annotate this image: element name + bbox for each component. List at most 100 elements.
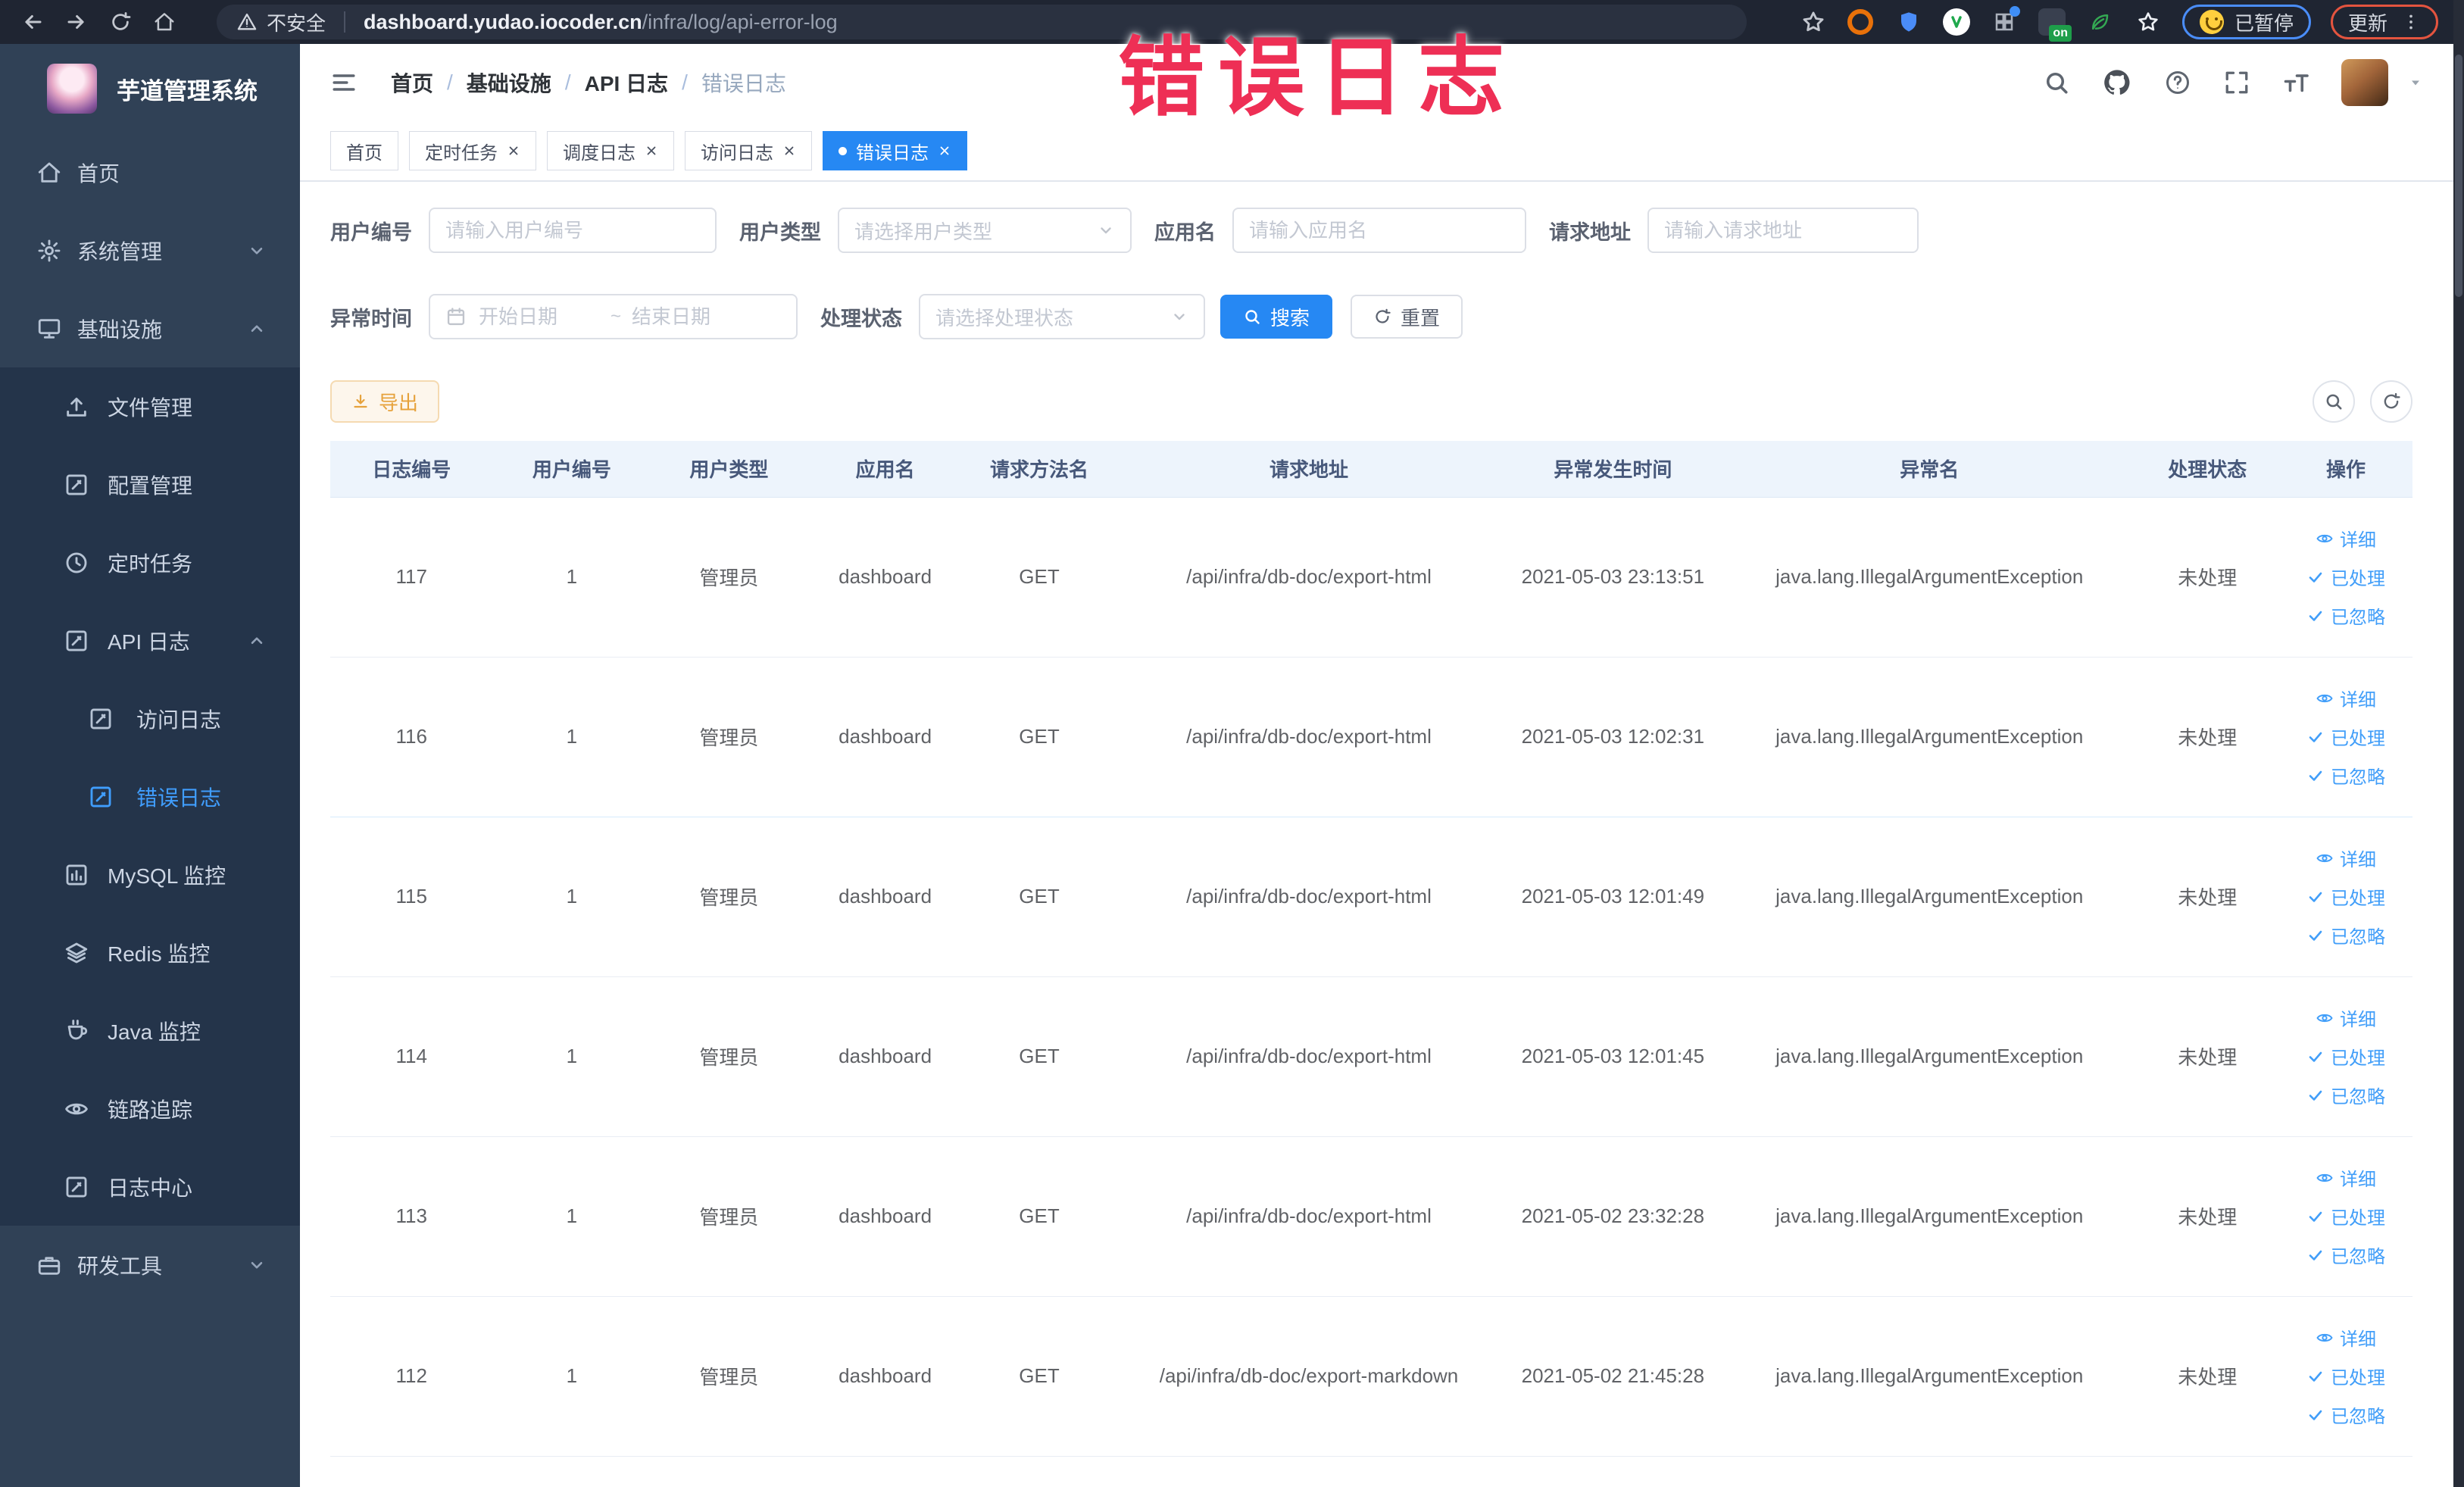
- help-icon[interactable]: [2164, 69, 2191, 96]
- tab-label: 定时任务: [425, 142, 498, 164]
- sidebar-item-api-log[interactable]: API 日志: [0, 601, 300, 679]
- browser-update-button[interactable]: 更新: [2330, 5, 2438, 39]
- action-processed-link[interactable]: 已处理: [2306, 1363, 2385, 1389]
- start-date-field[interactable]: [479, 305, 600, 329]
- screenshot-annotation: 错误日志: [1118, 30, 1519, 127]
- action-ignored-link[interactable]: 已忽略: [2306, 1401, 2385, 1428]
- exception-time-range-picker[interactable]: ~: [429, 294, 798, 339]
- browser-home-button[interactable]: [148, 6, 180, 38]
- action-ignored-link[interactable]: 已忽略: [2306, 1082, 2385, 1108]
- sidebar-item-error-log[interactable]: 错误日志: [0, 758, 300, 836]
- extension-icon[interactable]: on: [2038, 8, 2072, 42]
- action-detail-link[interactable]: 详细: [2316, 685, 2376, 711]
- sidebar-item-dev-tools[interactable]: 研发工具: [0, 1226, 300, 1304]
- eye-icon: [2316, 1329, 2334, 1347]
- user-type-select[interactable]: 请选择用户类型: [838, 208, 1132, 253]
- request-url-input[interactable]: [1647, 208, 1919, 253]
- sidebar-item-home[interactable]: 首页: [0, 133, 300, 211]
- kebab-menu-icon[interactable]: [2401, 12, 2421, 32]
- sidebar-item-trace[interactable]: 链路追踪: [0, 1070, 300, 1148]
- action-processed-link[interactable]: 已处理: [2306, 1043, 2385, 1070]
- sidebar-item-java[interactable]: Java 监控: [0, 992, 300, 1070]
- breadcrumb-item[interactable]: 基础设施: [467, 67, 551, 98]
- user-id-field[interactable]: [445, 218, 700, 242]
- export-button[interactable]: 导出: [330, 380, 440, 423]
- extension-icon[interactable]: [2134, 8, 2163, 36]
- user-id-input[interactable]: [429, 208, 717, 253]
- caret-down-icon[interactable]: [2406, 73, 2425, 92]
- action-detail-link[interactable]: 详细: [2316, 1164, 2376, 1191]
- action-detail-link[interactable]: 详细: [2316, 525, 2376, 551]
- action-processed-link[interactable]: 已处理: [2306, 564, 2385, 590]
- cell-app-name: dashboard: [807, 497, 963, 658]
- action-detail-link[interactable]: 详细: [2316, 845, 2376, 871]
- end-date-field[interactable]: [632, 305, 754, 329]
- sidebar-item-redis[interactable]: Redis 监控: [0, 914, 300, 992]
- action-ignored-link[interactable]: 已忽略: [2306, 602, 2385, 629]
- app-name-input[interactable]: [1232, 208, 1526, 253]
- tab-定时任务[interactable]: 定时任务: [409, 131, 536, 170]
- close-icon[interactable]: [938, 144, 951, 158]
- sidebar-item-job[interactable]: 定时任务: [0, 523, 300, 601]
- cell-user-type: 管理员: [651, 1296, 807, 1457]
- sidebar-item-mysql[interactable]: MySQL 监控: [0, 836, 300, 914]
- search-button[interactable]: 搜索: [1220, 295, 1333, 339]
- refresh-table-button[interactable]: [2370, 380, 2412, 423]
- sidebar-item-system[interactable]: 系统管理: [0, 211, 300, 289]
- tab-首页[interactable]: 首页: [330, 131, 398, 170]
- tab-访问日志[interactable]: 访问日志: [685, 131, 812, 170]
- search-icon[interactable]: [2043, 69, 2070, 96]
- sidebar-item-infra[interactable]: 基础设施: [0, 289, 300, 367]
- app-logo[interactable]: 芋道管理系统: [0, 44, 300, 133]
- action-ignored-link[interactable]: 已忽略: [2306, 922, 2385, 948]
- action-detail-link[interactable]: 详细: [2316, 1004, 2376, 1031]
- request-url-field[interactable]: [1664, 218, 1902, 242]
- sidebar-item-label: 错误日志: [136, 786, 222, 810]
- sidebar-item-file[interactable]: 文件管理: [0, 367, 300, 445]
- close-icon[interactable]: [507, 144, 520, 158]
- process-status-select[interactable]: 请选择处理状态: [919, 294, 1205, 339]
- bookmark-star-icon[interactable]: [1800, 9, 1826, 35]
- extension-icon[interactable]: [1894, 8, 1923, 36]
- close-icon[interactable]: [782, 144, 796, 158]
- reset-button[interactable]: 重置: [1351, 295, 1463, 339]
- extension-icon[interactable]: [1942, 8, 1970, 36]
- fullscreen-icon[interactable]: [2223, 69, 2250, 96]
- export-button-label: 导出: [379, 391, 419, 414]
- scrollbar-thumb[interactable]: [2455, 55, 2462, 297]
- sidebar-item-access-log[interactable]: 访问日志: [0, 679, 300, 758]
- browser-forward-button[interactable]: [61, 6, 92, 38]
- app-name-field[interactable]: [1249, 218, 1510, 242]
- extension-icon[interactable]: [1990, 6, 2020, 36]
- sidebar-item-label: 首页: [77, 161, 120, 186]
- action-processed-link[interactable]: 已处理: [2306, 883, 2385, 910]
- breadcrumb-item[interactable]: 首页: [391, 67, 433, 98]
- tab-调度日志[interactable]: 调度日志: [547, 131, 674, 170]
- toggle-search-button[interactable]: [2313, 380, 2355, 423]
- sidebar-item-log-center[interactable]: 日志中心: [0, 1148, 300, 1226]
- action-label: 详细: [2340, 1329, 2377, 1350]
- hamburger-icon[interactable]: [330, 69, 358, 96]
- github-icon[interactable]: [2102, 67, 2132, 98]
- scrollbar-track[interactable]: [2453, 0, 2464, 1487]
- browser-back-button[interactable]: [17, 6, 48, 38]
- action-detail-link[interactable]: 详细: [2316, 1324, 2376, 1351]
- font-size-icon[interactable]: [2282, 69, 2309, 96]
- action-ignored-link[interactable]: 已忽略: [2306, 762, 2385, 789]
- action-label: 已忽略: [2331, 1407, 2386, 1427]
- breadcrumb-item[interactable]: API 日志: [585, 67, 668, 98]
- tab-label: 错误日志: [856, 142, 929, 164]
- browser-reload-button[interactable]: [105, 6, 136, 38]
- user-avatar[interactable]: [2341, 59, 2388, 106]
- action-ignored-link[interactable]: 已忽略: [2306, 1242, 2385, 1268]
- extension-icon[interactable]: [1846, 8, 1875, 36]
- action-processed-link[interactable]: 已处理: [2306, 1203, 2385, 1229]
- profile-paused-chip[interactable]: 已暂停: [2181, 5, 2311, 39]
- cell-exception-name: java.lang.IllegalArgumentException: [1723, 1296, 2136, 1457]
- close-icon[interactable]: [645, 144, 658, 158]
- sidebar-item-label: 定时任务: [108, 551, 193, 576]
- sidebar-item-config[interactable]: 配置管理: [0, 445, 300, 523]
- action-processed-link[interactable]: 已处理: [2306, 723, 2385, 750]
- tab-错误日志[interactable]: 错误日志: [823, 131, 967, 170]
- extension-icon[interactable]: [2085, 8, 2114, 36]
